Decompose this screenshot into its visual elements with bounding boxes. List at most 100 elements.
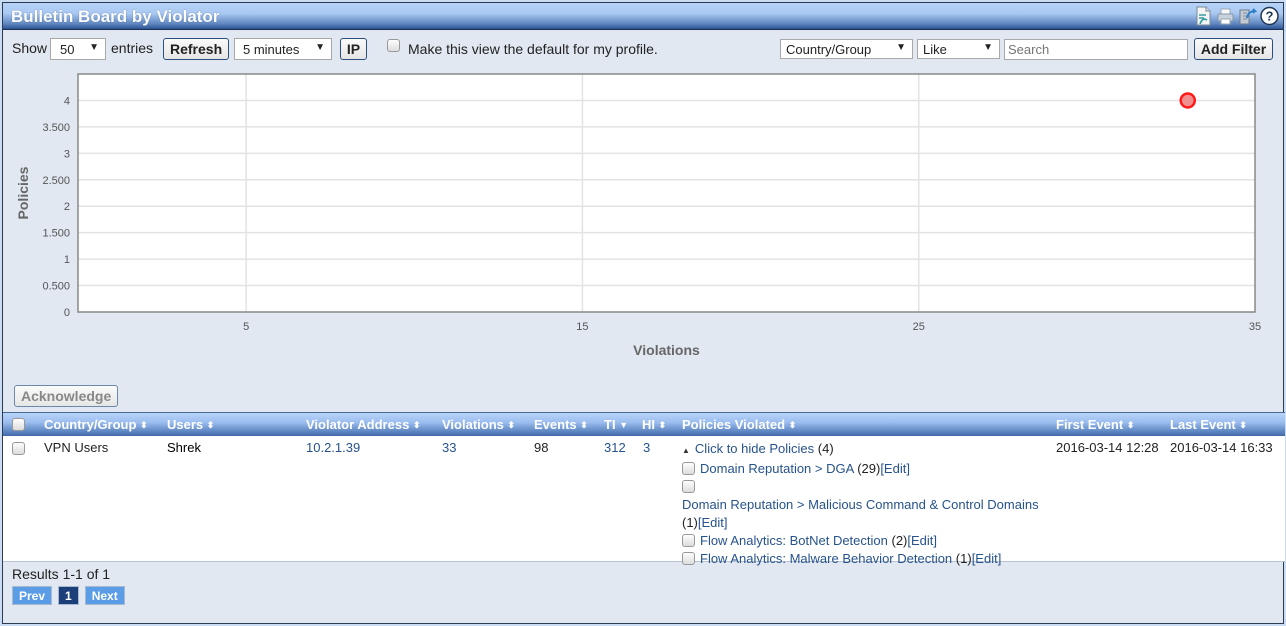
cell-events: 98 [534,440,549,455]
policy-edit-link[interactable]: [Edit] [880,461,910,476]
violations-scatter-chart: 0 0.500 1 1.500 2 2.500 3 3.500 4 5 15 25 35 Violatio… [15,73,1261,358]
refresh-interval-select[interactable]: 5 minutes ▼ [234,38,332,60]
policy-checkbox[interactable] [682,480,695,493]
y-tick-label: 3.500 [42,122,70,134]
cell-users: Shrek [167,440,201,455]
column-header-country[interactable]: Country/Group ⬍ [44,417,148,432]
row-checkbox[interactable] [12,442,25,455]
policy-name[interactable]: Domain Reputation > DGA [700,461,854,476]
ip-button[interactable]: IP [340,38,367,60]
column-header-violator-address[interactable]: Violator Address ⬍ [306,417,420,432]
cell-last-event: 2016-03-14 16:33 [1170,440,1273,455]
default-view-checkbox[interactable] [387,39,400,52]
column-header-last-event[interactable]: Last Event ⬍ [1170,417,1247,432]
policy-edit-link[interactable]: [Edit] [698,515,728,530]
y-tick-label: 2.500 [42,175,70,187]
filter-operator-value: Like [923,42,947,57]
x-tick-label: 15 [576,321,588,333]
x-tick-label: 5 [243,321,249,333]
policy-count: (1) [955,551,972,566]
chevron-down-icon: ▼ [983,42,993,53]
sort-desc-icon: ▼ [619,420,629,430]
sort-icon: ⬍ [1126,420,1135,430]
policy-name[interactable]: Domain Reputation > Malicious Command & … [682,497,1039,512]
bulletin-board-panel: Bulletin Board by Violator ? Show 50 ▼ e… [2,2,1285,624]
add-filter-button[interactable]: Add Filter [1194,38,1273,60]
collapse-triangle-icon: ▲ [682,446,690,455]
y-tick-label: 1 [64,254,70,266]
x-axis-label: Violations [633,342,700,358]
print-icon[interactable] [1216,6,1235,26]
sort-icon: ⬍ [507,420,516,430]
policy-count: (1) [682,515,698,530]
x-tick-label: 35 [1249,321,1261,333]
cell-ti[interactable]: 312 [604,440,626,455]
policy-count: (29) [857,461,881,476]
cell-policies-violated: ▲ Click to hide Policies (4) Domain Reput… [682,440,1039,568]
window-title: Bulletin Board by Violator [11,7,220,26]
policy-item: Flow Analytics: BotNet Detection (2)[Edi… [682,532,1039,550]
sort-icon: ⬍ [140,420,148,430]
export-icon[interactable] [1238,6,1258,26]
cell-hi[interactable]: 3 [643,440,650,455]
y-tick-label: 2 [64,201,70,213]
filter-operator-select[interactable]: Like ▼ [917,39,1000,59]
policy-count: (2) [891,533,908,548]
y-tick-label: 0 [64,307,70,319]
help-icon[interactable]: ? [1260,6,1279,26]
policy-edit-link[interactable]: [Edit] [972,551,1002,566]
title-icons: ? [1194,6,1279,26]
show-label: Show [12,40,48,56]
policy-edit-link[interactable]: [Edit] [907,533,937,548]
next-page-button[interactable]: Next [84,586,125,605]
refresh-button[interactable]: Refresh [163,38,229,60]
sort-icon: ⬍ [658,420,667,430]
column-header-ti[interactable]: TI ▼ [604,417,628,432]
x-tick-label: 25 [913,321,925,333]
sort-icon: ⬍ [1239,420,1247,430]
search-input[interactable] [1004,39,1188,60]
default-view-label: Make this view the default for my profil… [408,41,658,57]
policy-item: Domain Reputation > DGA (29)[Edit] [682,460,1039,478]
toolbar: Show 50 ▼ entries Refresh 5 minutes ▼ IP… [3,36,1283,62]
column-header-policies-violated[interactable]: Policies Violated ⬍ [682,417,796,432]
prev-page-button[interactable]: Prev [12,586,53,605]
acknowledge-button[interactable]: Acknowledge [14,385,119,407]
filter-field-select[interactable]: Country/Group ▼ [780,39,913,59]
column-header-hi[interactable]: HI ⬍ [642,417,666,432]
column-header-events[interactable]: Events ⬍ [534,417,588,432]
page-1-button[interactable]: 1 [58,586,79,605]
column-header-violations[interactable]: Violations ⬍ [442,417,515,432]
filter-field-value: Country/Group [786,42,872,57]
table-footer: Results 1-1 of 1 Prev 1 Next [12,566,125,605]
interval-value: 5 minutes [243,42,300,57]
title-bar: Bulletin Board by Violator ? [3,3,1283,30]
policy-item: Domain Reputation > Malicious Command & … [682,478,1039,532]
hide-policies-toggle[interactable]: ▲ Click to hide Policies (4) [682,440,1039,460]
table-row: VPN Users Shrek 10.2.1.39 33 98 312 3 ▲ C… [3,436,1285,566]
select-all-checkbox[interactable] [12,418,25,431]
pdf-export-icon[interactable] [1194,6,1213,26]
y-tick-label: 0.500 [42,281,70,293]
pagination: Prev 1 Next [12,586,125,605]
y-axis-label: Policies [15,166,31,219]
policy-name[interactable]: Flow Analytics: Malware Behavior Detecti… [700,551,952,566]
policy-checkbox[interactable] [682,462,695,475]
sort-icon: ⬍ [580,420,588,430]
svg-text:?: ? [1266,9,1274,24]
cell-violations[interactable]: 33 [442,440,456,455]
entries-value: 50 [60,42,75,57]
column-header-users[interactable]: Users ⬍ [167,417,214,432]
sort-icon: ⬍ [412,420,421,430]
cell-first-event: 2016-03-14 12:28 [1056,440,1159,455]
policy-name[interactable]: Flow Analytics: BotNet Detection [700,533,888,548]
entries-label: entries [111,40,154,56]
results-count: Results 1-1 of 1 [12,566,111,582]
chevron-down-icon: ▼ [89,42,99,53]
entries-select[interactable]: 50 ▼ [50,38,106,60]
policy-checkbox[interactable] [682,552,695,565]
policy-checkbox[interactable] [682,534,695,547]
y-tick-label: 4 [64,95,70,107]
column-header-first-event[interactable]: First Event ⬍ [1056,417,1134,432]
cell-violator-address[interactable]: 10.2.1.39 [306,440,360,455]
